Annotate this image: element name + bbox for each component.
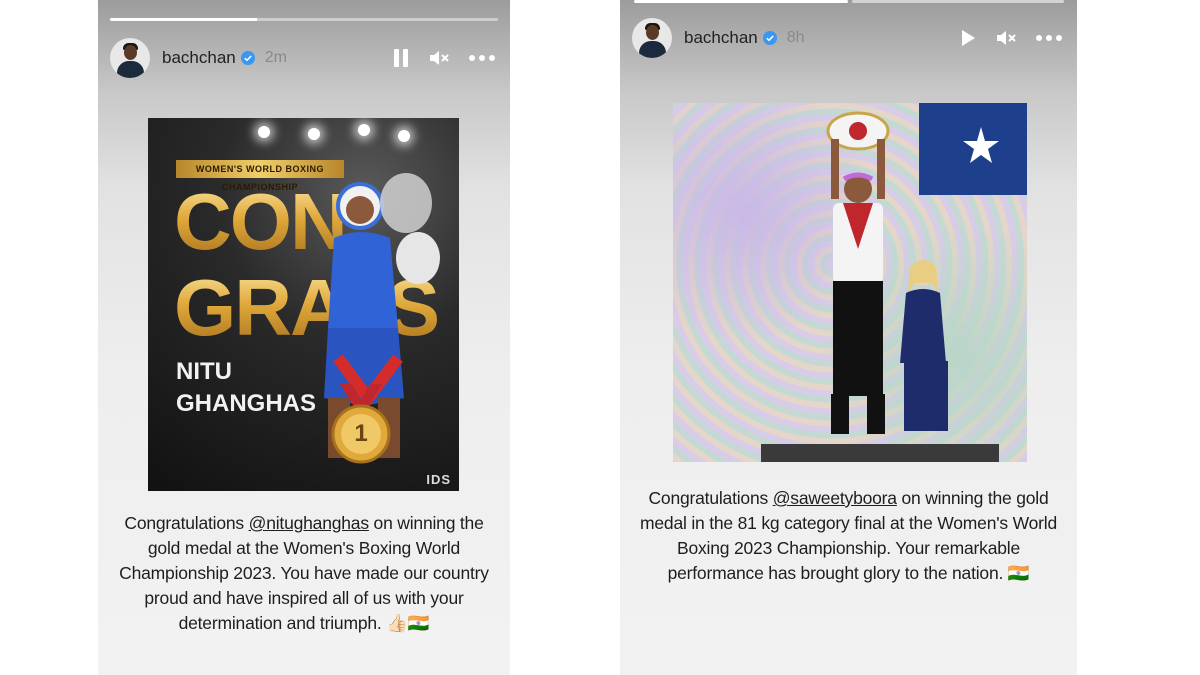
story-poster-image: WOMEN'S WORLD BOXING CHAMPIONSHIP CON GR… bbox=[148, 118, 459, 491]
avatar[interactable] bbox=[632, 18, 672, 58]
story-header: bachchan 8h bbox=[632, 18, 1063, 58]
story-header: bachchan 2m bbox=[110, 38, 496, 78]
official-figure bbox=[900, 260, 948, 431]
story-progress-segment bbox=[852, 0, 1064, 3]
athlete-last-name: GHANGHAS bbox=[176, 390, 317, 417]
username[interactable]: bachchan bbox=[162, 48, 236, 68]
pause-icon[interactable] bbox=[392, 47, 410, 69]
story-caption: Congratulations @saweetyboora on winning… bbox=[640, 486, 1057, 586]
athlete-first-name: NITU bbox=[176, 358, 232, 385]
more-icon[interactable] bbox=[1035, 34, 1063, 42]
mention-link[interactable]: @saweetyboora bbox=[773, 488, 897, 508]
story-photo bbox=[673, 103, 1027, 462]
story-card-right[interactable]: bachchan 8h Congratulations @saweetyboor… bbox=[620, 0, 1077, 675]
story-progress-bar bbox=[110, 18, 498, 21]
ids-logo: IDS bbox=[426, 472, 451, 487]
muted-icon[interactable] bbox=[428, 48, 450, 68]
muted-icon[interactable] bbox=[995, 28, 1017, 48]
username[interactable]: bachchan bbox=[684, 28, 758, 48]
story-caption: Congratulations @nitughanghas on winning… bbox=[110, 511, 498, 636]
play-icon[interactable] bbox=[959, 28, 977, 48]
story-card-left[interactable]: bachchan 2m WOMEN'S WORLD BOXING CHAMPIO… bbox=[98, 0, 510, 675]
avatar[interactable] bbox=[110, 38, 150, 78]
podium bbox=[761, 444, 999, 462]
story-progress-fill bbox=[110, 18, 258, 21]
verified-badge-icon bbox=[240, 51, 255, 65]
caption-text: Congratulations bbox=[124, 513, 249, 533]
story-timestamp: 2m bbox=[264, 49, 287, 66]
more-icon[interactable] bbox=[468, 54, 496, 62]
story-timestamp: 8h bbox=[786, 29, 805, 46]
story-progress-segment bbox=[634, 0, 848, 3]
mention-link[interactable]: @nitughanghas bbox=[249, 513, 369, 533]
medal-number: 1 bbox=[354, 420, 368, 447]
australian-flag bbox=[919, 103, 1027, 195]
caption-text: Congratulations bbox=[648, 488, 773, 508]
verified-badge-icon bbox=[762, 31, 777, 45]
